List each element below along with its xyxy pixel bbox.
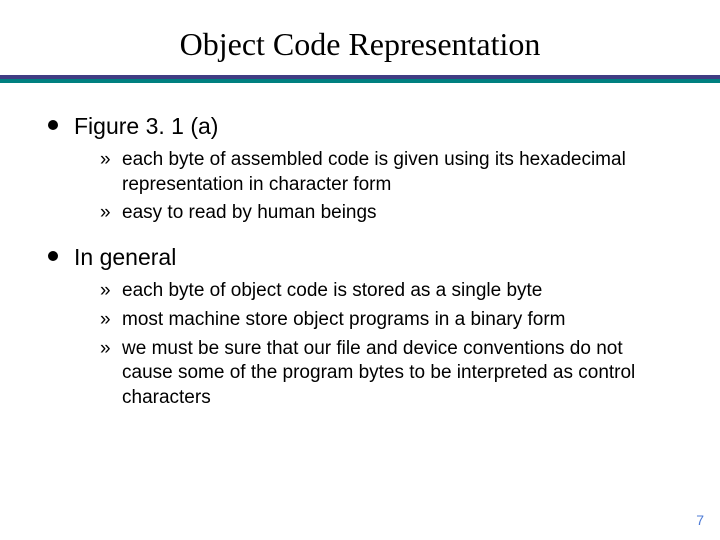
bullet-list: Figure 3. 1 (a) each byte of assembled c…: [46, 111, 674, 411]
sub-bullet-item: each byte of object code is stored as a …: [100, 279, 674, 304]
rule-bottom: [0, 79, 720, 83]
title-rule: [0, 75, 720, 83]
sub-bullet-item: easy to read by human beings: [100, 201, 674, 226]
slide-title: Object Code Representation: [0, 0, 720, 73]
page-number: 7: [696, 512, 704, 528]
sub-bullet-item: most machine store object programs in a …: [100, 308, 674, 333]
bullet-label: In general: [74, 244, 176, 270]
sub-bullet-item: each byte of assembled code is given usi…: [100, 148, 674, 197]
bullet-item: In general each byte of object code is s…: [46, 242, 674, 410]
slide-root: Object Code Representation Figure 3. 1 (…: [0, 0, 720, 540]
bullet-item: Figure 3. 1 (a) each byte of assembled c…: [46, 111, 674, 226]
slide-content: Figure 3. 1 (a) each byte of assembled c…: [0, 83, 720, 411]
bullet-label: Figure 3. 1 (a): [74, 113, 218, 139]
sub-bullet-list: each byte of assembled code is given usi…: [74, 148, 674, 226]
sub-bullet-list: each byte of object code is stored as a …: [74, 279, 674, 410]
sub-bullet-item: we must be sure that our file and device…: [100, 337, 674, 411]
